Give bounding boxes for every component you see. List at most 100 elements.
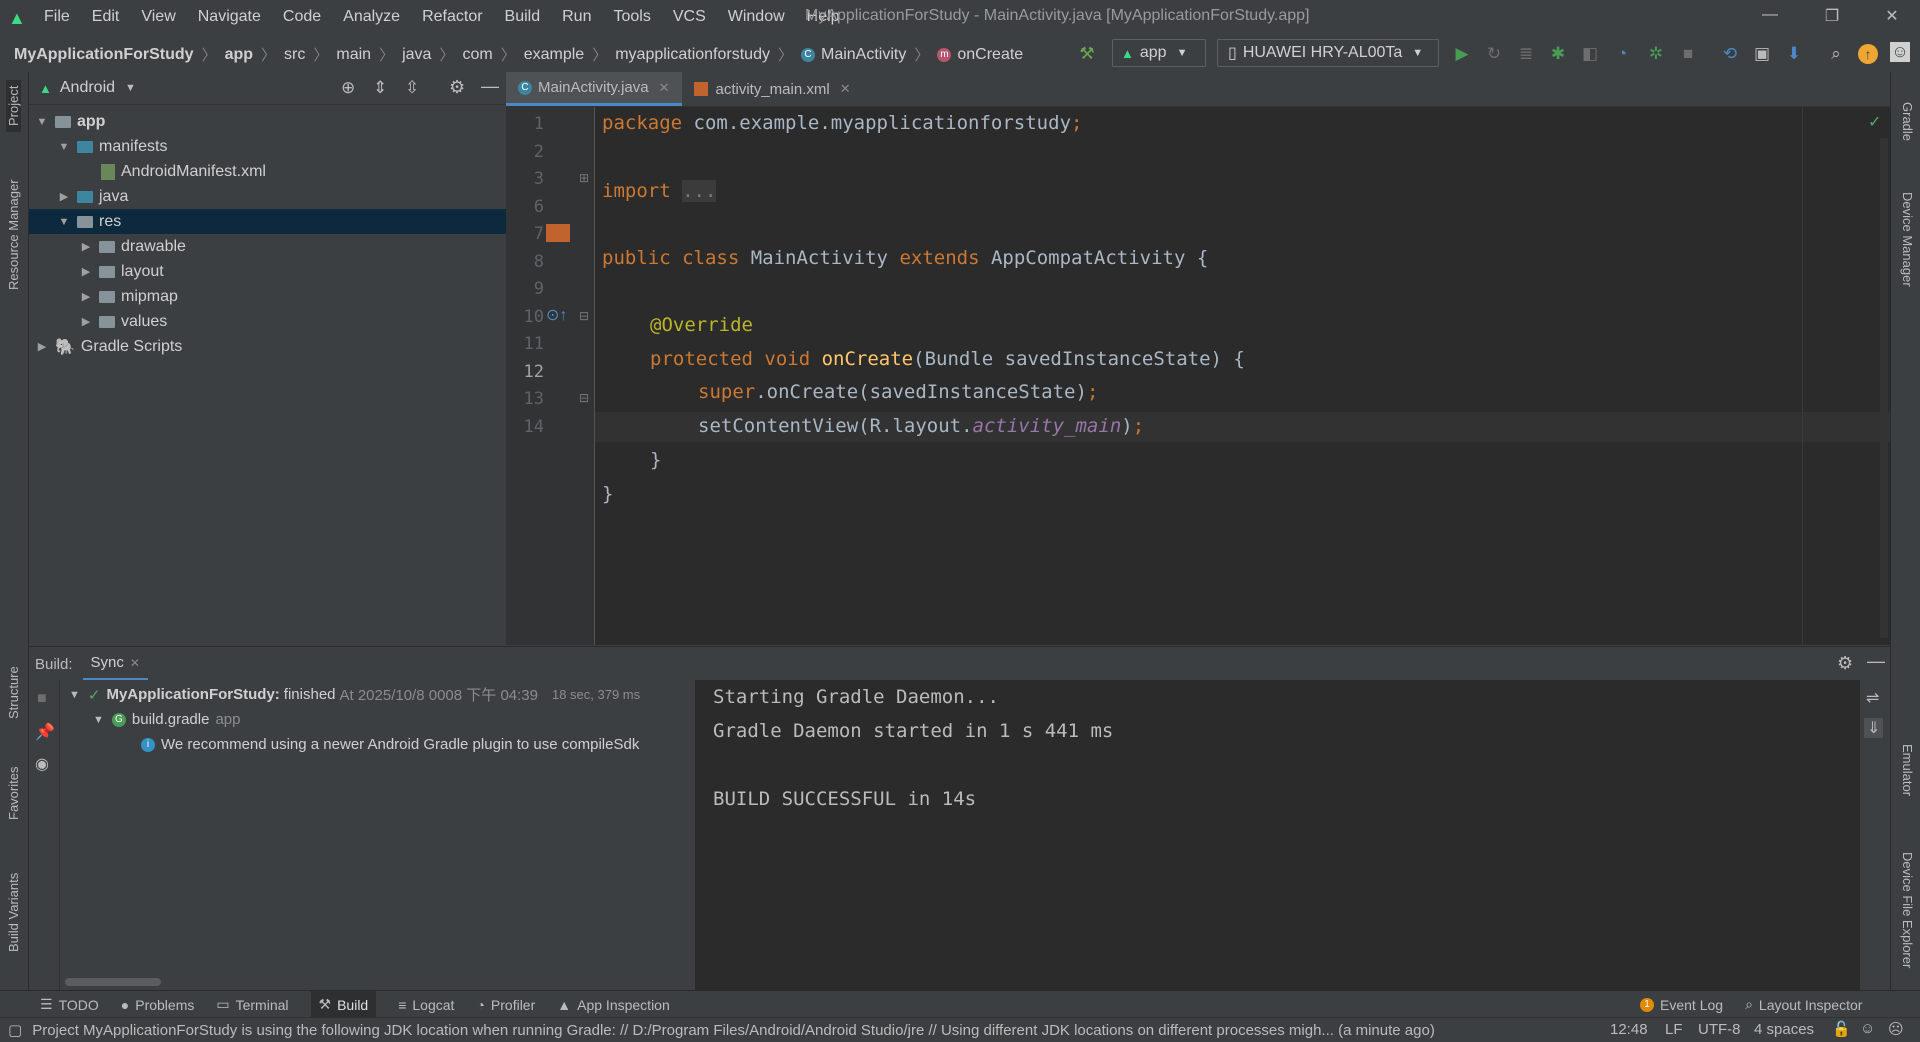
horizontal-scrollbar[interactable] [65, 978, 161, 986]
debug-icon[interactable]: ✱ [1546, 42, 1570, 66]
indent-setting[interactable]: 4 spaces [1754, 1021, 1814, 1038]
menu-analyze[interactable]: Analyze [343, 8, 400, 26]
chevron-right-icon[interactable]: ▶ [79, 315, 93, 328]
attach-debugger-icon[interactable]: ✲ [1644, 42, 1668, 66]
tool-tab-build[interactable]: ⚒ Build [310, 991, 377, 1018]
toggle-tool-windows-icon[interactable]: ▢ [8, 1021, 22, 1039]
breadcrumb-example[interactable]: example [524, 46, 584, 64]
menu-tools[interactable]: Tools [613, 8, 650, 26]
breadcrumb-app[interactable]: app [225, 46, 253, 64]
chevron-right-icon[interactable]: ▶ [57, 190, 71, 203]
tree-item-values[interactable]: ▶ values [29, 309, 506, 334]
pin-icon[interactable]: 📌 [35, 722, 55, 742]
locate-icon[interactable]: ⊕ [341, 78, 355, 98]
tree-item-java[interactable]: ▶ java [29, 184, 506, 209]
menu-file[interactable]: File [44, 8, 70, 26]
no-problems-check-icon[interactable]: ✓ [1868, 112, 1881, 132]
tool-tab-event-log[interactable]: 1 Event Log [1640, 991, 1723, 1018]
close-icon[interactable]: ✕ [840, 81, 851, 97]
tool-tab-logcat[interactable]: ≡ Logcat [398, 991, 454, 1018]
collapse-all-icon[interactable]: ⇳ [405, 78, 419, 98]
sync-gradle-icon[interactable]: ⟲ [1718, 42, 1742, 66]
tool-tab-device-file-explorer[interactable]: Device File Explorer [1900, 852, 1915, 968]
breadcrumb-project[interactable]: MyApplicationForStudy [14, 46, 194, 64]
inspection-face-icon[interactable]: ☺ [1860, 1020, 1875, 1037]
eye-icon[interactable]: ◉ [35, 754, 49, 774]
tool-tab-terminal[interactable]: ▭ Terminal [216, 991, 288, 1018]
line-separator[interactable]: LF [1665, 1021, 1683, 1038]
chevron-right-icon[interactable]: ▶ [79, 240, 93, 253]
apply-changes-icon[interactable]: ↻ [1482, 42, 1506, 66]
profile-icon[interactable]: ◔ [1610, 42, 1634, 66]
run-config-combo[interactable]: ▲ app ▼ [1112, 39, 1206, 67]
editor-scrollbar[interactable] [1880, 138, 1888, 638]
folded-imports[interactable]: ... [682, 180, 717, 202]
gear-icon[interactable]: ⚙ [449, 77, 465, 98]
menu-vcs[interactable]: VCS [673, 8, 706, 26]
close-icon[interactable]: ✕ [1880, 6, 1904, 30]
tree-item-manifests[interactable]: ▼ manifests [29, 134, 506, 159]
menu-navigate[interactable]: Navigate [198, 8, 261, 26]
tree-item-drawable[interactable]: ▶ drawable [29, 234, 506, 259]
tab-activity-main-xml[interactable]: activity_main.xml ✕ [682, 72, 863, 106]
tool-tab-structure[interactable]: Structure [6, 666, 21, 719]
tree-item-manifest-file[interactable]: AndroidManifest.xml [29, 159, 506, 184]
account-icon[interactable]: ☺ [1890, 42, 1910, 62]
minimize-icon[interactable]: — [1758, 6, 1782, 30]
search-icon[interactable]: ⌕ [1824, 42, 1848, 66]
tool-tab-problems[interactable]: ● Problems [121, 991, 195, 1018]
chevron-down-icon[interactable]: ▼ [57, 216, 71, 228]
menu-edit[interactable]: Edit [92, 8, 120, 26]
hide-panel-icon[interactable]: — [1867, 651, 1885, 672]
tree-item-res[interactable]: ▼ res [29, 209, 506, 234]
apply-code-changes-icon[interactable]: ≣ [1514, 42, 1538, 66]
tool-tab-resource-manager[interactable]: Resource Manager [6, 179, 21, 290]
override-gutter-icon[interactable]: ⊙↑ [546, 305, 567, 325]
tab-sync[interactable]: Sync ✕ [82, 647, 148, 681]
breadcrumb-method[interactable]: onCreate [957, 46, 1023, 64]
menu-refactor[interactable]: Refactor [422, 8, 482, 26]
tool-tab-emulator[interactable]: Emulator [1900, 744, 1915, 796]
menu-window[interactable]: Window [728, 8, 785, 26]
tool-tab-profiler[interactable]: ◔ Profiler [476, 991, 535, 1018]
sdk-manager-icon[interactable]: ⬇ [1782, 42, 1806, 66]
tree-item-layout[interactable]: ▶ layout [29, 259, 506, 284]
tree-item-gradle-scripts[interactable]: ▶ 🐘 Gradle Scripts [29, 334, 506, 359]
menu-build[interactable]: Build [505, 8, 541, 26]
chevron-down-icon[interactable]: ▼ [125, 82, 136, 94]
tool-tab-app-inspection[interactable]: ▲ App Inspection [557, 991, 669, 1018]
chevron-right-icon[interactable]: ▶ [35, 340, 49, 353]
lock-icon[interactable]: 🔓 [1832, 1020, 1851, 1038]
stop-icon[interactable]: ■ [1676, 42, 1700, 66]
coverage-icon[interactable]: ◧ [1578, 42, 1602, 66]
tool-tab-todo[interactable]: ☰ TODO [40, 991, 99, 1018]
tab-mainactivity-java[interactable]: C MainActivity.java ✕ [506, 72, 682, 106]
scroll-to-end-icon[interactable]: ⇓ [1864, 718, 1884, 738]
tool-tab-project[interactable]: Project [6, 79, 21, 132]
device-manager-icon[interactable]: ▣ [1750, 42, 1774, 66]
tool-tab-device-manager[interactable]: Device Manager [1900, 192, 1915, 287]
feedback-face-icon[interactable]: ☹ [1888, 1020, 1904, 1038]
close-icon[interactable]: ✕ [130, 656, 140, 670]
hide-panel-icon[interactable]: — [481, 76, 499, 97]
soft-wrap-icon[interactable]: ⇌ [1866, 688, 1879, 708]
chevron-right-icon[interactable]: ▶ [79, 265, 93, 278]
chevron-right-icon[interactable]: ▶ [79, 290, 93, 303]
gear-icon[interactable]: ⚙ [1837, 653, 1853, 674]
status-message[interactable]: Project MyApplicationForStudy is using t… [32, 1022, 1572, 1039]
stop-icon[interactable]: ■ [37, 690, 47, 708]
build-tree-info[interactable]: i We recommend using a newer Android Gra… [141, 732, 639, 757]
fold-icon[interactable]: ⊞ [579, 171, 589, 185]
chevron-down-icon[interactable]: ▼ [57, 141, 71, 153]
project-view-selector[interactable]: Android [60, 79, 115, 97]
device-combo[interactable]: ▯ HUAWEI HRY-AL00Ta ▼ [1217, 39, 1439, 67]
breadcrumb-src[interactable]: src [284, 46, 305, 64]
restore-icon[interactable]: ❐ [1820, 6, 1844, 30]
expand-all-icon[interactable]: ⇕ [373, 78, 387, 98]
breadcrumb-java[interactable]: java [402, 46, 431, 64]
breadcrumb-com[interactable]: com [462, 46, 492, 64]
layout-preview-gutter-icon[interactable] [546, 224, 570, 242]
build-output-console[interactable]: Starting Gradle Daemon... Gradle Daemon … [695, 680, 1860, 990]
close-icon[interactable]: ✕ [659, 80, 670, 96]
update-icon[interactable]: ↑ [1858, 44, 1878, 64]
